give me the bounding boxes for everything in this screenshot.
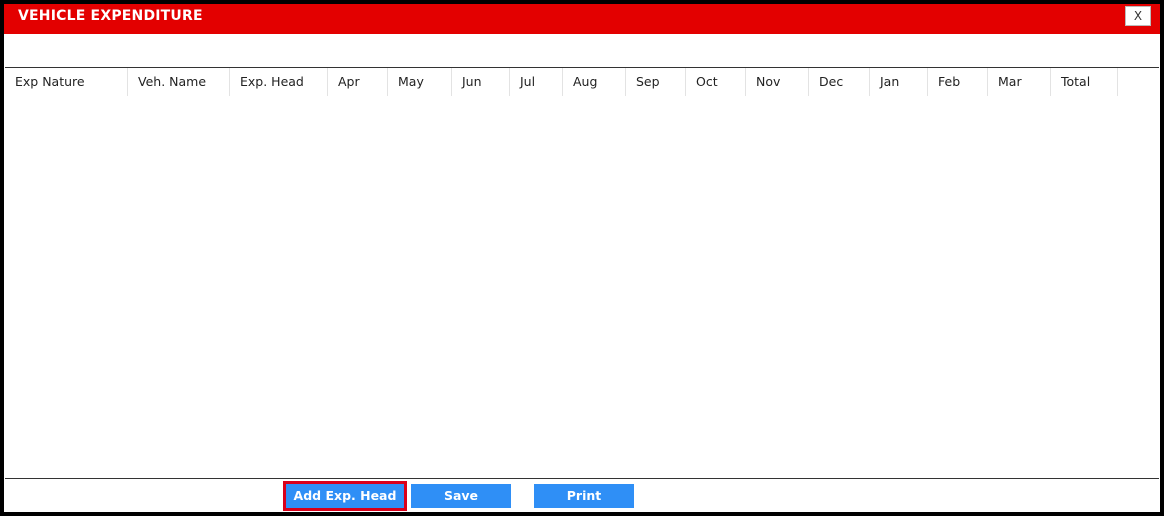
window-title: VEHICLE EXPENDITURE (18, 8, 203, 24)
column-header-may[interactable]: May (388, 68, 452, 96)
footer-bar: Add Exp. Head Save Print (5, 479, 1159, 512)
add-exp-head-button[interactable]: Add Exp. Head (283, 481, 407, 511)
column-header-nov[interactable]: Nov (746, 68, 809, 96)
title-bar: VEHICLE EXPENDITURE X (4, 4, 1160, 34)
column-header-jun[interactable]: Jun (452, 68, 510, 96)
column-header-aug[interactable]: Aug (563, 68, 626, 96)
expenditure-grid: Exp Nature Veh. Name Exp. Head Apr May J… (5, 68, 1159, 479)
column-header-exp-head[interactable]: Exp. Head (230, 68, 328, 96)
column-header-exp-nature[interactable]: Exp Nature (5, 68, 128, 96)
save-button[interactable]: Save (411, 484, 511, 508)
column-header-apr[interactable]: Apr (328, 68, 388, 96)
column-header-jul[interactable]: Jul (510, 68, 563, 96)
toolbar-strip (5, 34, 1159, 68)
column-header-total[interactable]: Total (1051, 68, 1118, 96)
column-header-oct[interactable]: Oct (686, 68, 746, 96)
vehicle-expenditure-window: VEHICLE EXPENDITURE X Exp Nature Veh. Na… (4, 4, 1160, 512)
close-button[interactable]: X (1125, 6, 1151, 26)
column-header-jan[interactable]: Jan (870, 68, 928, 96)
column-header-veh-name[interactable]: Veh. Name (128, 68, 230, 96)
print-button[interactable]: Print (534, 484, 634, 508)
grid-header: Exp Nature Veh. Name Exp. Head Apr May J… (5, 68, 1118, 96)
column-header-sep[interactable]: Sep (626, 68, 686, 96)
column-header-mar[interactable]: Mar (988, 68, 1051, 96)
column-header-dec[interactable]: Dec (809, 68, 870, 96)
column-header-feb[interactable]: Feb (928, 68, 988, 96)
